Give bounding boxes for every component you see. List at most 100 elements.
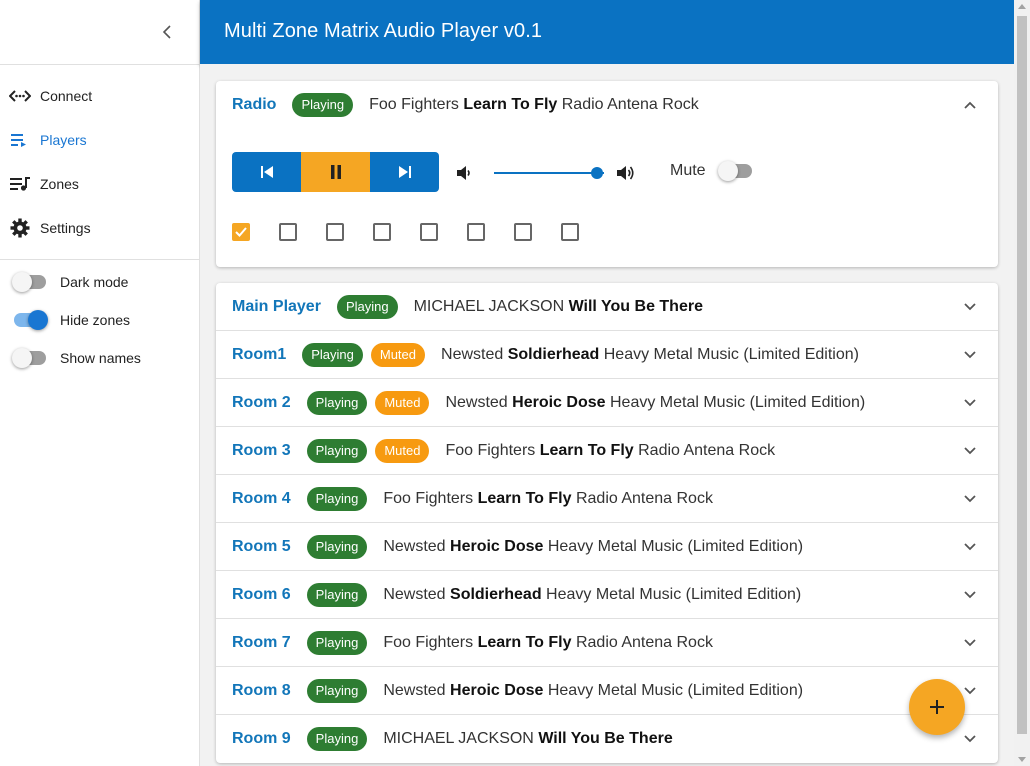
chevron-down-icon[interactable] bbox=[962, 635, 978, 651]
chevron-down-icon[interactable] bbox=[962, 347, 978, 363]
show-names-toggle[interactable]: Show names bbox=[0, 339, 199, 377]
next-track-button[interactable] bbox=[370, 152, 439, 192]
player-name: Room 3 bbox=[232, 442, 291, 459]
scrollbar-thumb[interactable] bbox=[1017, 16, 1027, 734]
zone-checkbox[interactable] bbox=[279, 223, 297, 241]
track-album: Heavy Metal Music (Limited Edition) bbox=[603, 346, 859, 363]
zone-checkbox[interactable] bbox=[561, 223, 579, 241]
dark-mode-switch[interactable] bbox=[12, 272, 48, 292]
sidebar-item-zones[interactable]: Zones bbox=[0, 162, 199, 206]
track-album: Heavy Metal Music (Limited Edition) bbox=[547, 682, 804, 699]
track-album: Radio Antena Rock bbox=[575, 490, 713, 507]
player-name: Room 5 bbox=[232, 538, 291, 555]
sidebar-item-label: Players bbox=[40, 132, 87, 148]
player-row-header[interactable]: Room 5 Playing Newsted Heroic Dose Heavy M… bbox=[216, 523, 998, 571]
main-content: Radio Playing Foo Fighters Learn To Fly … bbox=[200, 64, 1014, 766]
player-row-header[interactable]: Room 6 Playing Newsted Soldierhead Heavy M… bbox=[216, 571, 998, 619]
player-row-header[interactable]: Room 3 Playing Muted Foo Fighters Learn To … bbox=[216, 427, 998, 475]
status-badge: Playing bbox=[306, 727, 368, 751]
chevron-down-icon[interactable] bbox=[962, 443, 978, 459]
zone-checkbox[interactable] bbox=[326, 223, 344, 241]
chevron-down-icon[interactable] bbox=[962, 299, 978, 315]
muted-badge: Muted bbox=[375, 439, 430, 463]
sidebar-header bbox=[0, 0, 199, 65]
previous-track-button[interactable] bbox=[232, 152, 301, 192]
track-artist: Newsted bbox=[383, 538, 446, 555]
collapse-sidebar-button[interactable] bbox=[156, 20, 178, 44]
gear-icon bbox=[9, 217, 31, 239]
sidebar-item-players[interactable]: Players bbox=[0, 118, 199, 162]
scroll-up-arrow[interactable] bbox=[1018, 4, 1026, 9]
volume-slider-thumb[interactable] bbox=[591, 167, 604, 179]
volume-up-icon[interactable] bbox=[616, 163, 638, 183]
hide-zones-toggle[interactable]: Hide zones bbox=[0, 301, 199, 339]
player-name: Room 4 bbox=[232, 490, 291, 507]
plus-icon bbox=[930, 700, 944, 714]
mute-switch[interactable] bbox=[718, 161, 754, 181]
status-badge: Playing bbox=[306, 679, 368, 703]
add-player-button[interactable] bbox=[909, 679, 965, 735]
player-row: Room 7 Playing Foo Fighters Learn To Fly R… bbox=[216, 619, 998, 667]
sidebar-item-connect[interactable]: Connect bbox=[0, 74, 199, 118]
track-title: Soldierhead bbox=[450, 586, 542, 603]
expanded-player-header[interactable]: Radio Playing Foo Fighters Learn To Fly … bbox=[216, 81, 998, 129]
track-album: Radio Antena Rock bbox=[561, 96, 699, 113]
status-badge: Playing bbox=[302, 343, 363, 367]
player-name: Room 7 bbox=[232, 634, 291, 651]
chevron-up-icon[interactable] bbox=[962, 97, 978, 113]
sidebar-item-label: Connect bbox=[40, 88, 93, 104]
player-row: Room1 Playing Muted Newsted Soldierhead Hea… bbox=[216, 331, 998, 379]
track-artist: Foo Fighters bbox=[383, 634, 474, 651]
zone-checkbox[interactable] bbox=[514, 223, 532, 241]
scrollbar[interactable] bbox=[1014, 0, 1030, 766]
show-names-switch[interactable] bbox=[12, 348, 48, 368]
player-row-header[interactable]: Main Player Playing MICHAEL JACKSON Will Y… bbox=[216, 283, 998, 331]
player-row: Room 6 Playing Newsted Soldierhead Heavy M… bbox=[216, 571, 998, 619]
sidebar: Connect Players Zones Settings Dark mode bbox=[0, 0, 200, 766]
track-title: Learn To Fly bbox=[477, 634, 572, 651]
chevron-down-icon[interactable] bbox=[962, 587, 978, 603]
now-playing: MICHAEL JACKSON Will You Be There bbox=[383, 730, 672, 748]
player-row-header[interactable]: Room 8 Playing Newsted Heroic Dose Heavy M… bbox=[216, 667, 998, 715]
player-row-header[interactable]: Room 7 Playing Foo Fighters Learn To Fly R… bbox=[216, 619, 998, 667]
muted-badge: Muted bbox=[375, 391, 430, 415]
player-row: Room 5 Playing Newsted Heroic Dose Heavy M… bbox=[216, 523, 998, 571]
chevron-down-icon[interactable] bbox=[962, 491, 978, 507]
player-name: Room1 bbox=[232, 346, 287, 363]
chevron-down-icon[interactable] bbox=[962, 731, 978, 747]
player-row-header[interactable]: Room 9 Playing MICHAEL JACKSON Will You Be… bbox=[216, 715, 998, 763]
player-row-header[interactable]: Room 4 Playing Foo Fighters Learn To Fly R… bbox=[216, 475, 998, 523]
sidebar-item-settings[interactable]: Settings bbox=[0, 206, 199, 250]
check-icon bbox=[235, 227, 247, 237]
track-title: Learn To Fly bbox=[539, 442, 634, 459]
zone-checkboxes bbox=[232, 221, 608, 243]
player-row: Room 4 Playing Foo Fighters Learn To Fly R… bbox=[216, 475, 998, 523]
app-header: Multi Zone Matrix Audio Player v0.1 bbox=[200, 0, 1014, 64]
volume-down-icon[interactable] bbox=[456, 163, 476, 183]
status-badge: Playing bbox=[306, 583, 368, 607]
zone-checkbox[interactable] bbox=[420, 223, 438, 241]
chevron-down-icon[interactable] bbox=[962, 395, 978, 411]
dark-mode-label: Dark mode bbox=[60, 274, 129, 290]
zone-checkbox[interactable] bbox=[232, 223, 250, 241]
zone-checkbox[interactable] bbox=[467, 223, 485, 241]
player-row-header[interactable]: Room1 Playing Muted Newsted Soldierhead Hea… bbox=[216, 331, 998, 379]
player-row-header[interactable]: Room 2 Playing Muted Newsted Heroic Dose He… bbox=[216, 379, 998, 427]
volume-slider[interactable] bbox=[494, 166, 604, 180]
chevron-left-icon bbox=[162, 25, 171, 39]
chevron-down-icon[interactable] bbox=[962, 539, 978, 555]
track-title: Will You Be There bbox=[568, 298, 703, 315]
dark-mode-toggle[interactable]: Dark mode bbox=[0, 263, 199, 301]
player-row: Room 2 Playing Muted Newsted Heroic Dose He… bbox=[216, 379, 998, 427]
scroll-down-arrow[interactable] bbox=[1018, 757, 1026, 762]
track-artist: Newsted bbox=[441, 346, 504, 363]
chevron-down-icon[interactable] bbox=[962, 683, 978, 699]
now-playing: Newsted Heroic Dose Heavy Metal Music (L… bbox=[383, 538, 803, 556]
playlist-play-icon bbox=[9, 129, 31, 151]
now-playing: Foo Fighters Learn To Fly Radio Antena R… bbox=[369, 96, 699, 114]
player-row: Main Player Playing MICHAEL JACKSON Will Y… bbox=[216, 283, 998, 331]
pause-button[interactable] bbox=[301, 152, 370, 192]
hide-zones-switch[interactable] bbox=[12, 310, 48, 330]
status-badge: Playing bbox=[306, 391, 368, 415]
zone-checkbox[interactable] bbox=[373, 223, 391, 241]
